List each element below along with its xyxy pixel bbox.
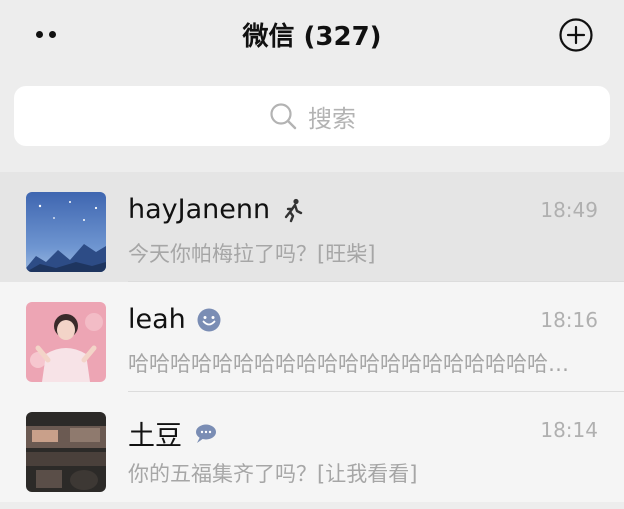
chat-name: 土豆	[128, 421, 182, 452]
search-placeholder: 搜索	[308, 104, 356, 133]
page-title: 微信 (327)	[242, 22, 382, 52]
chat-preview: 哈哈哈哈哈哈哈哈哈哈哈哈哈哈哈哈哈哈哈哈哈哈哈哈	[128, 352, 580, 376]
avatar	[26, 192, 106, 272]
plus-circle-icon	[559, 18, 593, 52]
chat-row[interactable]: leah 18:16 哈哈哈哈哈哈哈哈哈哈哈哈哈哈哈哈哈哈哈哈哈哈哈哈	[0, 282, 624, 392]
chat-row[interactable]: 土豆 18:14 你的五福集齐了吗？[让我看看]	[0, 392, 624, 502]
running-person-icon	[284, 198, 303, 222]
chat-bubble-icon	[196, 424, 216, 443]
chat-row[interactable]: hayJanenn 18:49 今天你帕梅拉了吗？[旺柴]	[0, 172, 624, 282]
chat-list: hayJanenn 18:49 今天你帕梅拉了吗？[旺柴] leah 18:16…	[0, 172, 624, 502]
more-dot-icon	[49, 31, 56, 38]
search-bar[interactable]: 搜索	[14, 86, 610, 146]
smiley-face-icon	[197, 308, 221, 331]
chat-name: leah	[128, 304, 186, 335]
chat-name: hayJanenn	[128, 194, 271, 225]
chat-preview: 今天你帕梅拉了吗？[旺柴]	[128, 242, 376, 266]
search-icon	[270, 103, 297, 130]
top-bar: 微信 (327)	[0, 0, 624, 70]
avatar	[26, 302, 106, 382]
chat-time: 18:49	[540, 198, 598, 222]
chat-preview: 你的五福集齐了吗？[让我看看]	[128, 462, 418, 486]
chat-time: 18:14	[540, 418, 598, 442]
add-button[interactable]	[558, 17, 594, 53]
more-options-button[interactable]	[30, 22, 66, 48]
avatar	[26, 412, 106, 492]
chat-time: 18:16	[540, 308, 598, 332]
more-dot-icon	[36, 31, 43, 38]
